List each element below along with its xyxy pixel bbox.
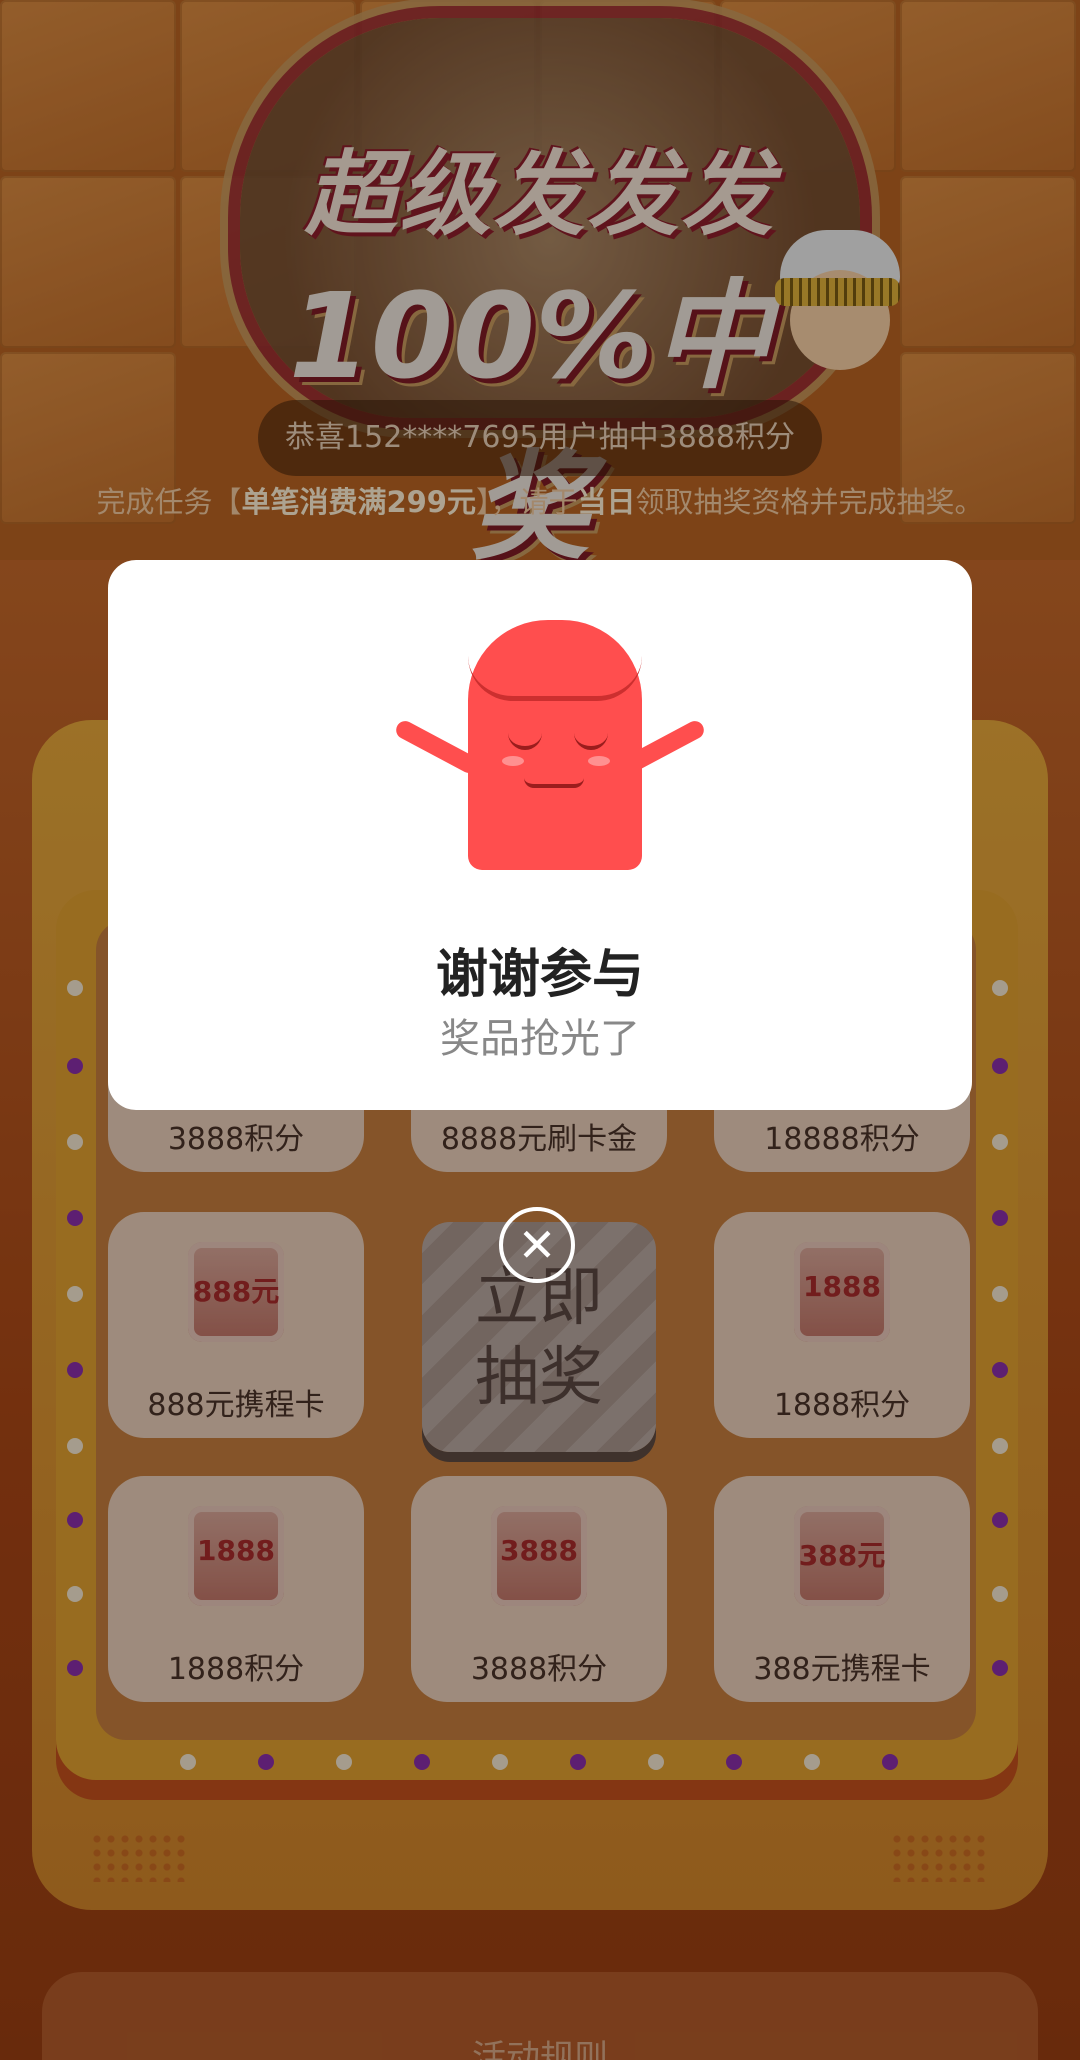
sad-mascot-icon bbox=[393, 620, 707, 870]
modal-title: 谢谢参与 bbox=[435, 945, 644, 1005]
result-modal: 谢谢参与 奖品抢光了 bbox=[108, 560, 972, 1110]
modal-subtitle: 奖品抢光了 bbox=[440, 1016, 640, 1062]
close-icon[interactable]: ✕ bbox=[499, 1207, 575, 1283]
lottery-page: 超级发发发 100%中奖 恭喜152****7695用户抽中3888积分 完成任… bbox=[0, 0, 1080, 2060]
